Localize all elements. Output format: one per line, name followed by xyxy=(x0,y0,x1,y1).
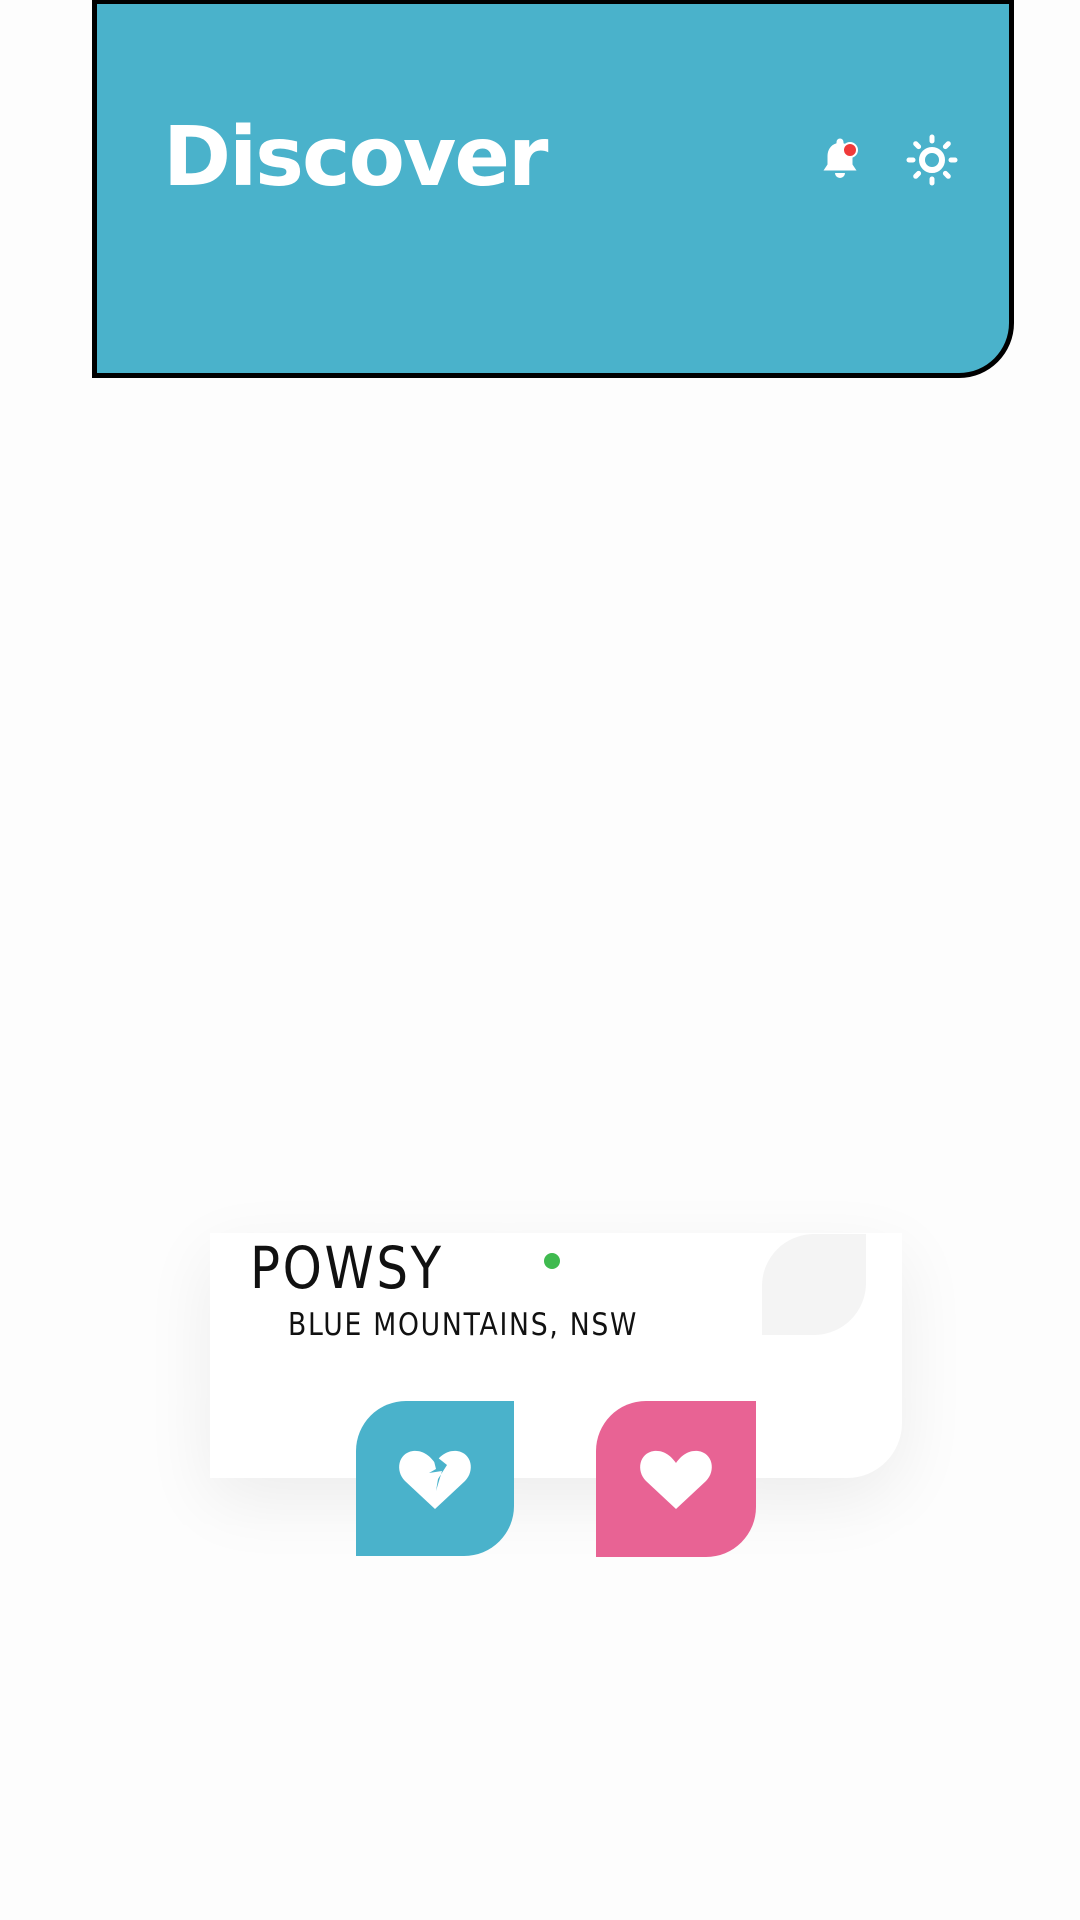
notifications-button[interactable] xyxy=(812,132,868,188)
heart-icon xyxy=(640,1450,712,1509)
settings-button[interactable] xyxy=(904,132,960,188)
notification-dot xyxy=(842,142,858,158)
like-button[interactable] xyxy=(596,1401,756,1557)
gear-icon xyxy=(906,134,958,186)
profile-name: POWSY xyxy=(250,1234,444,1302)
bell-icon xyxy=(823,138,858,178)
profile-location: BLUE MOUNTAINS, NSW xyxy=(288,1307,639,1343)
dislike-button[interactable] xyxy=(356,1401,514,1556)
profile-card[interactable]: POWSY BLUE MOUNTAINS, NSW xyxy=(210,1233,902,1478)
page-title: Discover xyxy=(163,110,548,205)
header-bar: Discover xyxy=(92,0,1014,378)
broken-heart-icon xyxy=(399,1450,471,1509)
online-status-indicator xyxy=(544,1253,560,1269)
profile-thumbnail[interactable] xyxy=(762,1234,866,1335)
